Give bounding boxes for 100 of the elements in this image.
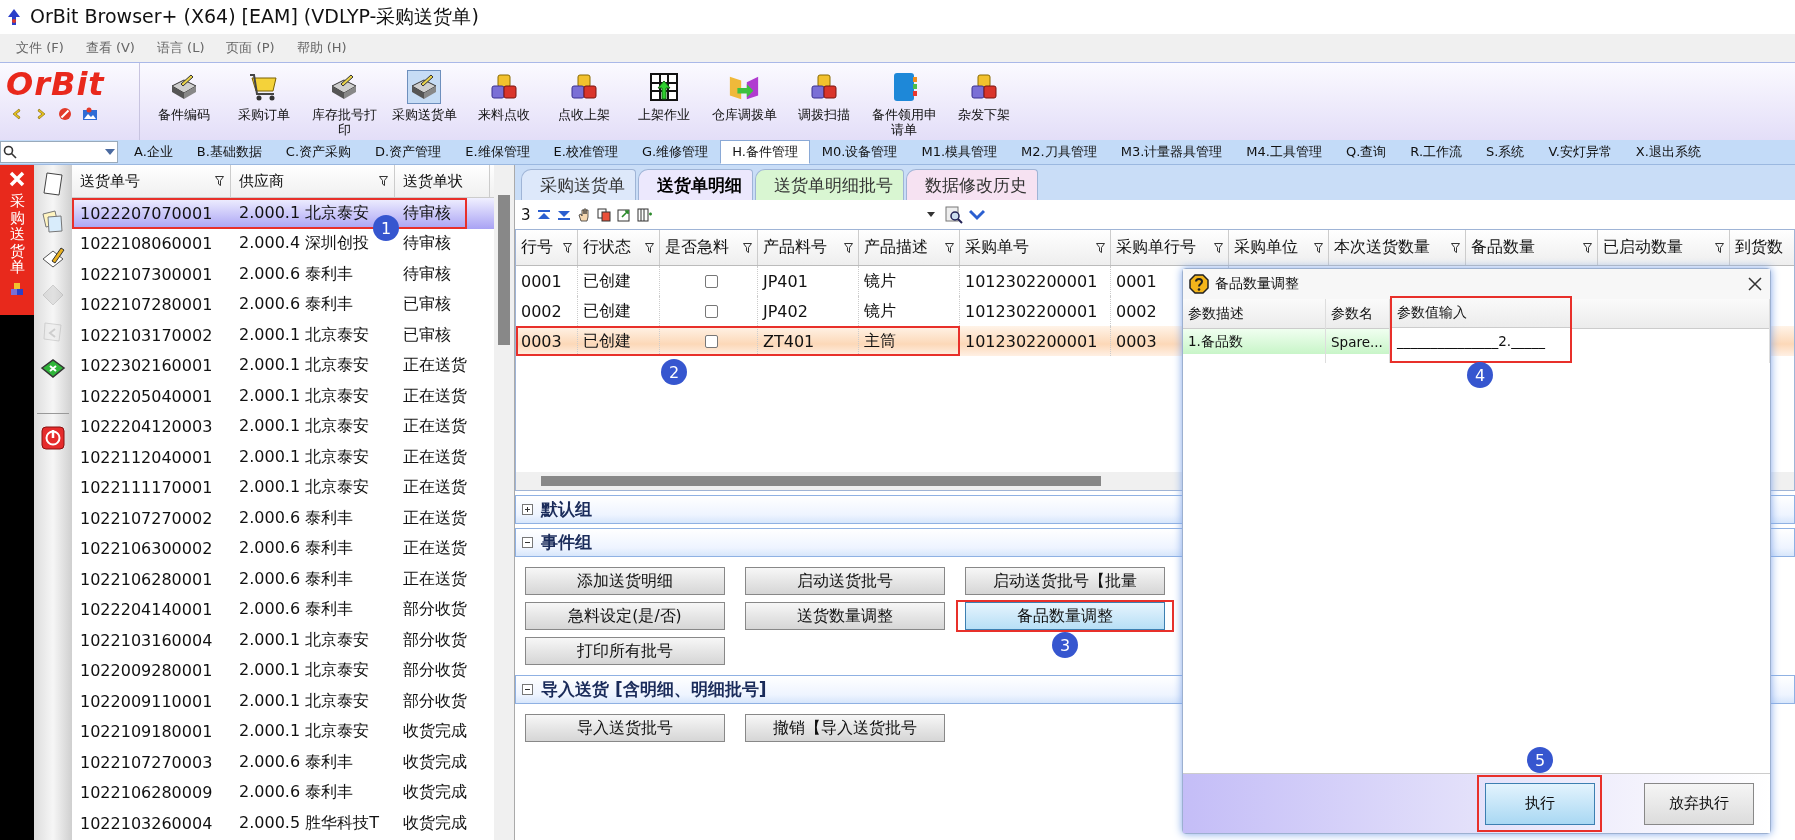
detail-tab[interactable]: 数据修改历史 [906, 169, 1038, 200]
module-tab[interactable]: A.企业 [122, 140, 185, 164]
column-header[interactable]: 已启动数量 [1598, 230, 1730, 265]
filter-icon[interactable] [1451, 242, 1460, 253]
menu-item[interactable]: 页面 (P) [226, 39, 275, 57]
action-button[interactable]: 打印所有批号 [525, 637, 725, 665]
toolbar-button[interactable]: 来料点收 [464, 67, 544, 125]
filter-icon[interactable] [1314, 242, 1323, 253]
column-header[interactable]: 参数名 [1326, 299, 1389, 329]
filter-icon[interactable] [215, 176, 224, 186]
list-row[interactable]: 1022009110001 2.000.1 北京泰安 部分收货 [72, 686, 494, 717]
column-header[interactable]: 本次送货数量 [1329, 230, 1466, 265]
export-icon[interactable] [616, 207, 631, 222]
side-tab[interactable]: 采购送货单 [0, 165, 34, 315]
column-header[interactable]: 产品料号 [758, 230, 859, 265]
toolbar-button[interactable]: 调拨扫描 [784, 67, 864, 125]
filter-icon[interactable] [1096, 242, 1105, 253]
filter-icon[interactable] [563, 242, 572, 253]
toolbar-button[interactable]: 上架作业 [624, 67, 704, 125]
toolbar-button[interactable]: 备件领用申请单 [864, 67, 944, 140]
menu-item[interactable]: 文件 (F) [16, 39, 64, 57]
column-header[interactable]: 行号 [516, 230, 578, 265]
chevron-down-icon[interactable] [968, 208, 985, 221]
list-row[interactable]: 1022204140001 2.000.6 泰利丰 部分收货 [72, 594, 494, 625]
action-button[interactable]: 启动送货批号【批量 [965, 567, 1165, 595]
list-row[interactable]: 1022103260004 2.000.5 胜华科技T 收货完成 [72, 808, 494, 839]
action-button[interactable]: 急料设定(是/否) [525, 602, 725, 630]
list-row[interactable]: 1022111170001 2.000.1 北京泰安 正在送货 [72, 472, 494, 503]
toolbar-button[interactable]: 点收上架 [544, 67, 624, 125]
filter-icon[interactable] [743, 242, 752, 253]
module-tab[interactable]: Q.查询 [1334, 140, 1399, 164]
list-row[interactable]: 1022106280001 2.000.6 泰利丰 正在送货 [72, 564, 494, 595]
dialog-button[interactable]: 放弃执行 [1644, 782, 1754, 825]
last-icon[interactable] [556, 208, 571, 221]
module-tab[interactable]: H.备件管理 [720, 140, 810, 164]
column-header[interactable]: 送货单状 [395, 165, 490, 197]
toolbar-button[interactable]: 备件编码 [144, 67, 224, 125]
filter-icon[interactable] [1583, 242, 1592, 253]
copy-icon[interactable] [596, 207, 611, 222]
module-tab[interactable]: B.基础数据 [184, 140, 274, 164]
list-row[interactable]: 1022112040001 2.000.1 北京泰安 正在送货 [72, 442, 494, 473]
expand-icon[interactable] [522, 504, 533, 515]
list-row[interactable]: 1022204120003 2.000.1 北京泰安 正在送货 [72, 411, 494, 442]
module-tab[interactable]: M3.计量器具管理 [1108, 140, 1235, 164]
column-header[interactable]: 产品描述 [859, 230, 960, 265]
detail-tab[interactable]: 采购送货单 [521, 169, 636, 200]
toolbar-button[interactable]: 库存批号打印 [304, 67, 384, 140]
list-row[interactable]: 1022205040001 2.000.1 北京泰安 正在送货 [72, 381, 494, 412]
value-field[interactable]: _______________2._____ [1392, 328, 1570, 353]
toolbar-button[interactable]: 采购订单 [224, 67, 304, 125]
list-row[interactable]: 1022106300002 2.000.6 泰利丰 正在送货 [72, 533, 494, 564]
list-row[interactable]: 1022107280001 2.000.6 泰利丰 已审核 [72, 289, 494, 320]
page-icon[interactable] [40, 171, 66, 197]
image-icon[interactable] [82, 107, 98, 121]
filter-icon[interactable] [844, 242, 853, 253]
stop-icon[interactable] [58, 107, 72, 121]
module-tab[interactable]: D.资产管理 [363, 140, 454, 164]
action-button[interactable]: 撤销【导入送货批号 [745, 714, 945, 742]
action-button[interactable]: 启动送货批号 [745, 567, 945, 595]
column-header[interactable]: 参数描述 [1183, 299, 1325, 329]
first-icon[interactable] [536, 208, 551, 221]
search-icon[interactable] [944, 205, 963, 224]
list-row[interactable]: 1022109180001 2.000.1 北京泰安 收货完成 [72, 716, 494, 747]
list-row[interactable]: 1022302160001 2.000.1 北京泰安 正在送货 [72, 350, 494, 381]
filter-icon[interactable] [945, 242, 954, 253]
module-tab[interactable]: E.维保管理 [453, 140, 542, 164]
checkbox[interactable] [704, 334, 718, 348]
module-tab[interactable]: M4.工具管理 [1234, 140, 1334, 164]
column-header[interactable]: 备品数量 [1466, 230, 1598, 265]
menu-item[interactable]: 查看 (V) [85, 39, 135, 57]
list-row[interactable]: 1022107300001 2.000.6 泰利丰 待审核 [72, 259, 494, 290]
list-row[interactable]: 1022107270003 2.000.6 泰利丰 收货完成 [72, 747, 494, 778]
dropdown-icon[interactable] [105, 149, 115, 155]
toolbar-button[interactable]: 杂发下架 [944, 67, 1024, 125]
module-tab[interactable]: E.校准管理 [541, 140, 630, 164]
list-row[interactable]: 1022107270002 2.000.6 泰利丰 正在送货 [72, 503, 494, 534]
module-tab[interactable]: X.退出系统 [1623, 140, 1713, 164]
toolbar-button[interactable]: 采购送货单 [384, 67, 464, 125]
action-button[interactable]: 导入送货批号 [525, 714, 725, 742]
module-tab[interactable]: V.安灯异常 [1536, 140, 1624, 164]
module-tab[interactable]: G.维修管理 [629, 140, 721, 164]
collapse-icon[interactable] [522, 684, 533, 695]
detail-tab[interactable]: 送货单明细 [638, 169, 753, 200]
toolbar-button[interactable]: 仓库调拨单 [704, 67, 784, 125]
column-header[interactable]: 供应商 [231, 165, 395, 197]
column-header[interactable]: 参数值输入 [1392, 298, 1570, 328]
filter-icon[interactable] [1715, 242, 1724, 253]
module-tab[interactable]: M0.设备管理 [809, 140, 910, 164]
module-tab[interactable]: M1.模具管理 [909, 140, 1010, 164]
power-icon[interactable] [40, 425, 66, 451]
module-tab[interactable]: M2.刀具管理 [1009, 140, 1109, 164]
list-row[interactable]: 1022009280001 2.000.1 北京泰安 部分收货 [72, 655, 494, 686]
documents-icon[interactable] [40, 208, 66, 234]
column-header[interactable]: 采购单号 [960, 230, 1111, 265]
checkbox[interactable] [704, 304, 718, 318]
action-button[interactable]: 备品数量调整 [964, 602, 1165, 630]
detail-tab[interactable]: 送货单明细批号 [755, 169, 904, 200]
column-header[interactable]: 采购单行号 [1111, 230, 1229, 265]
checkbox[interactable] [704, 274, 718, 288]
module-tab[interactable]: C.资产采购 [273, 140, 364, 164]
